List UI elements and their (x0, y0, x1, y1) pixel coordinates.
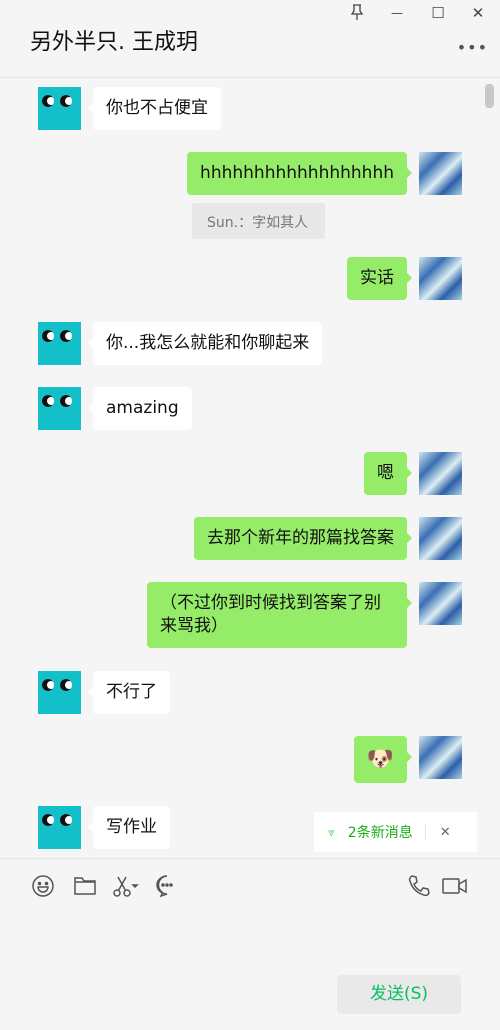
message-bubble[interactable]: 实话 (347, 257, 412, 300)
send-button[interactable]: 发送(S) (337, 975, 461, 1014)
my-avatar[interactable] (419, 736, 462, 779)
pin-icon[interactable] (345, 4, 369, 24)
message-bubble[interactable]: 嗯 (364, 452, 412, 495)
scissors-icon[interactable] (112, 874, 139, 900)
folder-icon[interactable] (73, 874, 99, 900)
message-bubble[interactable]: 不行了 (88, 671, 170, 714)
my-avatar[interactable] (419, 152, 462, 195)
new-messages-label[interactable]: 2条新消息 (348, 822, 413, 842)
my-avatar[interactable] (419, 257, 462, 300)
maximize-button[interactable]: ☐ (426, 4, 450, 22)
message-bubble[interactable]: 你也不占便宜 (88, 87, 221, 130)
scrollbar[interactable] (485, 84, 494, 108)
contact-avatar[interactable] (38, 87, 81, 130)
divider (424, 823, 426, 841)
contact-avatar[interactable] (38, 387, 81, 430)
minimize-button[interactable]: — (385, 6, 409, 20)
contact-avatar[interactable] (38, 806, 81, 849)
my-avatar[interactable] (419, 517, 462, 560)
message-list[interactable]: 你也不占便宜 hhhhhhhhhhhhhhhhhh Sun.：字如其人 实话 你… (0, 78, 500, 858)
my-avatar[interactable] (419, 452, 462, 495)
message-bubble[interactable]: 你...我怎么就能和你聊起来 (87, 322, 323, 365)
phone-icon[interactable] (407, 874, 433, 900)
message-bubble[interactable]: 写作业 (88, 806, 170, 849)
message-bubble[interactable]: amazing (88, 387, 192, 430)
message-bubble[interactable]: hhhhhhhhhhhhhhhhhh (187, 152, 412, 195)
contact-avatar[interactable] (38, 671, 81, 714)
double-chevron-down-icon: ⩔ (328, 824, 335, 839)
message-bubble[interactable]: （不过你到时候找到答案了别来骂我） (147, 582, 412, 648)
close-button[interactable]: ✕ (466, 4, 490, 22)
chat-title: 另外半只. 王成玥 (30, 30, 198, 55)
my-avatar[interactable] (419, 582, 462, 625)
close-icon[interactable]: ✕ (440, 825, 451, 840)
emoji-message[interactable]: 🐶 (353, 736, 413, 783)
input-divider (0, 858, 500, 859)
emoji-icon[interactable] (31, 874, 57, 900)
message-bubble[interactable]: 去那个新年的那篇找答案 (194, 517, 412, 560)
contact-avatar[interactable] (38, 322, 81, 365)
video-call-icon[interactable] (442, 874, 468, 900)
more-options-button[interactable]: ••• (457, 38, 488, 57)
chat-bubble-icon[interactable] (155, 874, 181, 900)
new-messages-banner[interactable]: ⩔ 2条新消息 ✕ (314, 812, 477, 852)
quoted-message[interactable]: Sun.：字如其人 (192, 203, 325, 239)
